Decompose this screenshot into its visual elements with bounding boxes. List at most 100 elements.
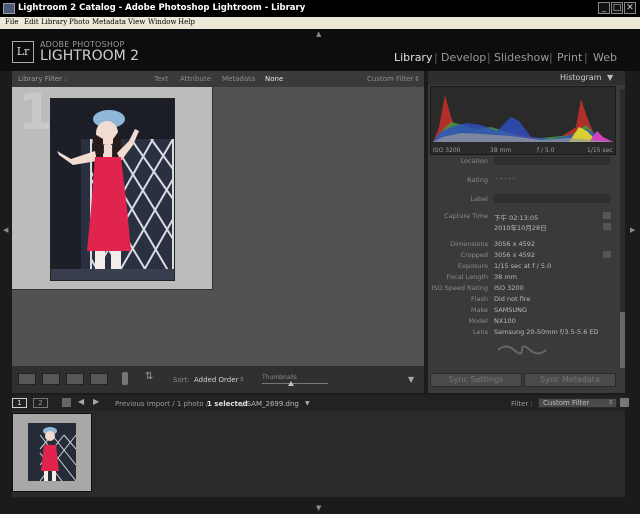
survey-view-icon[interactable] [90, 373, 108, 385]
module-separator: | [434, 51, 438, 64]
chevron-updown-icon[interactable]: ⇕ [239, 376, 244, 383]
collapse-triangle-icon[interactable]: ▼ [607, 73, 613, 82]
menu-library[interactable]: Library [41, 18, 67, 26]
module-separator: | [487, 51, 491, 64]
right-panel-scroll-thumb[interactable] [620, 312, 625, 368]
menu-file[interactable]: File [5, 18, 18, 26]
module-separator: | [584, 51, 588, 64]
histogram-title: Histogram [560, 73, 602, 82]
filter-text[interactable]: Text [154, 75, 168, 83]
filter-none[interactable]: None [265, 75, 283, 83]
filmstrip-photo-image [28, 423, 76, 481]
forward-arrow-icon[interactable]: ▶ [93, 397, 99, 406]
module-library[interactable]: Library [394, 51, 432, 64]
thumbnails-slider-handle[interactable] [288, 381, 294, 386]
breadcrumb-filename: / SAM_2699.dng [242, 400, 299, 408]
filmstrip [12, 411, 625, 497]
meta-label-iso: ISO Speed Rating [431, 284, 488, 292]
meta-value-dimensions: 3056 x 4592 [494, 240, 536, 248]
meta-value-make: SAMSUNG [494, 306, 528, 314]
menu-window[interactable]: Window [148, 18, 177, 26]
rating-dots[interactable]: · · · · · [496, 175, 515, 183]
primary-window-button[interactable]: 1 [12, 398, 27, 408]
photo-thumbnail[interactable] [50, 98, 175, 281]
grid-toggle-icon[interactable] [62, 398, 71, 407]
library-filter-bar: Library Filter : Text Attribute Metadata… [12, 71, 424, 88]
goto-crop-icon[interactable] [603, 251, 611, 258]
meta-value-iso: ISO 3200 [494, 284, 524, 292]
meta-label-lens: Lens [472, 328, 488, 336]
location-field[interactable] [494, 156, 610, 165]
window-title: Lightroom 2 Catalog - Adobe Photoshop Li… [18, 3, 306, 13]
filmstrip-thumbnail[interactable] [12, 413, 92, 492]
meta-label-model: Model [468, 317, 488, 325]
right-panel-toggle-icon[interactable]: ▶ [630, 226, 635, 234]
breadcrumb-dropdown-icon[interactable]: ▼ [305, 400, 310, 407]
histogram-shutter: 1/15 sec [587, 147, 613, 154]
meta-value-flash: Did not fire [494, 295, 531, 303]
spray-can-icon[interactable] [122, 372, 128, 385]
meta-value-cropped: 3056 x 4592 [494, 251, 536, 259]
meta-label-flash: Flash [470, 295, 488, 303]
module-separator: | [549, 51, 553, 64]
photo-image [51, 99, 174, 280]
compare-view-icon[interactable] [66, 373, 84, 385]
goto-date-icon[interactable] [603, 223, 611, 230]
meta-label-exposure: Exposure [457, 262, 488, 270]
top-panel-toggle-icon[interactable]: ▲ [316, 30, 321, 38]
filmstrip-filter-label: Filter : [511, 400, 533, 408]
module-develop[interactable]: Develop [441, 51, 486, 64]
sync-settings-button[interactable]: Sync Settings [430, 373, 522, 387]
bottom-panel-toggle-icon[interactable]: ▼ [316, 504, 321, 512]
close-button[interactable]: ✕ [624, 2, 636, 14]
filmstrip-bar [12, 395, 625, 411]
sync-metadata-button[interactable]: Sync Metadata [524, 373, 616, 387]
filter-metadata[interactable]: Metadata [222, 75, 255, 83]
chevron-updown-icon[interactable]: ⇕ [414, 75, 420, 83]
chevron-updown-icon[interactable]: ⇕ [608, 399, 613, 406]
filter-attribute[interactable]: Attribute [180, 75, 211, 83]
meta-label-label: Label [470, 195, 488, 203]
sort-select[interactable]: Added Order [194, 376, 238, 384]
menu-metadata[interactable]: Metadata [92, 18, 126, 26]
module-web[interactable]: Web [593, 51, 617, 64]
meta-label-rating: Rating [467, 176, 488, 184]
histogram [430, 86, 616, 155]
loupe-view-icon[interactable] [42, 373, 60, 385]
brand-line2: LIGHTROOM 2 [40, 48, 140, 64]
cell-index: 1 [18, 83, 53, 141]
meta-label-location: Location [460, 157, 489, 165]
histogram-aperture: f / 5.0 [537, 147, 555, 154]
menu-photo[interactable]: Photo [69, 18, 89, 26]
sort-direction-icon[interactable]: ⇅ [145, 371, 153, 382]
filter-preset-select[interactable]: Custom Filter [367, 75, 413, 83]
edit-capture-time-icon[interactable] [603, 212, 611, 219]
meta-value-capture-time: 下午 02:13:05 [494, 214, 539, 222]
filmstrip-filter-select[interactable]: Custom Filter [538, 398, 617, 408]
minimize-button[interactable]: _ [598, 2, 610, 14]
meta-label-make: Make [470, 306, 488, 314]
menu-edit[interactable]: Edit [24, 18, 39, 26]
module-slideshow[interactable]: Slideshow [494, 51, 549, 64]
label-field[interactable] [494, 194, 610, 203]
sort-label: Sort: [173, 376, 190, 384]
app-icon [3, 3, 15, 14]
maximize-button[interactable]: □ [611, 2, 623, 14]
meta-label-cropped: Cropped [460, 251, 488, 259]
menu-help[interactable]: Help [178, 18, 195, 26]
meta-value-capture-date: 2010年10月28日 [494, 224, 547, 232]
meta-label-dimensions: Dimensions [450, 240, 488, 248]
grid-view-icon[interactable] [18, 373, 36, 385]
left-panel-toggle-icon[interactable]: ◀ [3, 226, 8, 234]
module-print[interactable]: Print [557, 51, 582, 64]
secondary-window-button[interactable]: 2 [33, 398, 48, 408]
back-arrow-icon[interactable]: ◀ [78, 397, 84, 406]
toolbar-menu-chevron-icon[interactable]: ▼ [408, 375, 414, 384]
meta-label-focal-length: Focal Length [446, 273, 488, 281]
thumbnails-slider-track[interactable] [262, 383, 328, 384]
meta-label-capture-time: Capture Time [444, 212, 488, 220]
breadcrumb-source[interactable]: Previous Import / 1 photo / [115, 400, 208, 408]
menu-view[interactable]: View [128, 18, 145, 26]
lightroom-logo: Lr [12, 41, 34, 63]
filter-lock-icon[interactable] [620, 398, 629, 407]
